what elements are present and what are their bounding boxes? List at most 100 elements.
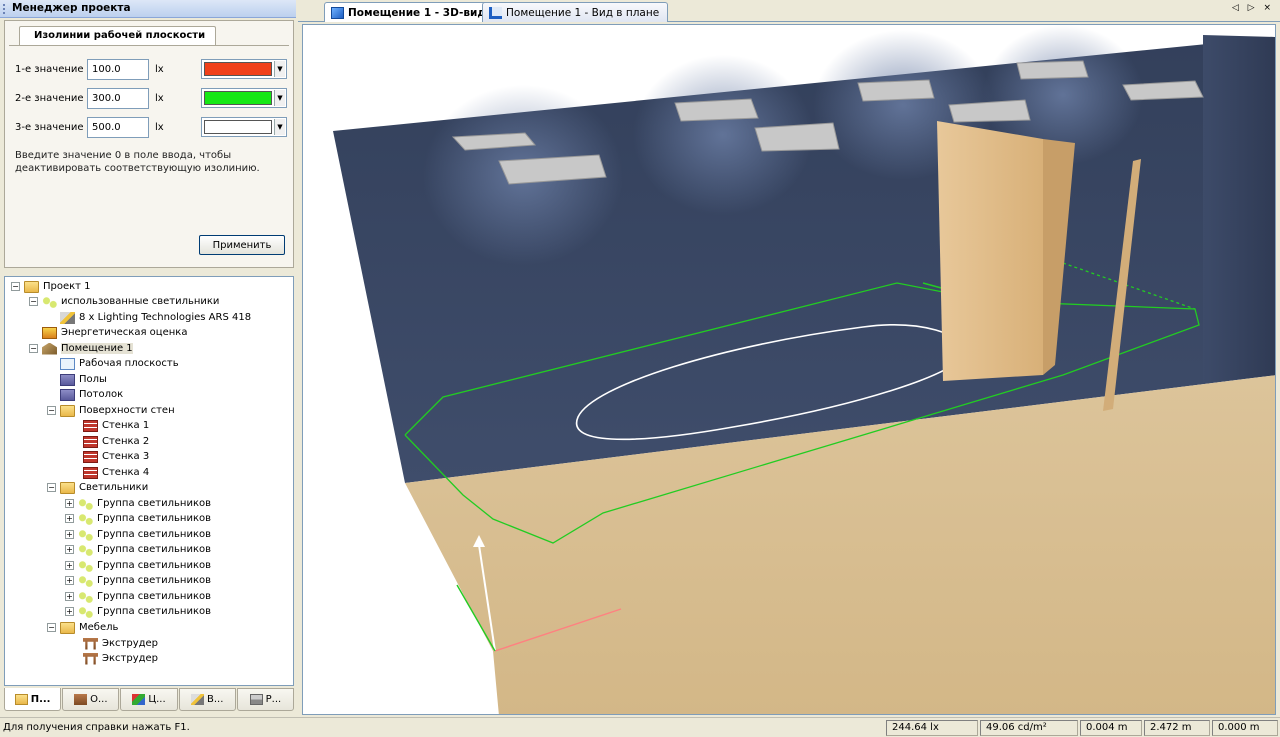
tab-output[interactable]: Р... — [236, 688, 295, 711]
tree-label: Рабочая плоскость — [79, 358, 179, 369]
tab-colors[interactable]: Ц... — [120, 688, 178, 711]
tree-item-luminaires-folder[interactable]: − Светильники — [47, 480, 148, 495]
luminaire-group-icon — [78, 543, 93, 556]
expand-icon[interactable]: + — [65, 514, 74, 523]
tree-item-room[interactable]: − Помещение 1 — [29, 341, 133, 356]
tree-item-used-luminaires[interactable]: − использованные светильники — [29, 294, 219, 309]
project-manager-panel: Менеджер проекта Изолинии рабочей плоско… — [0, 0, 296, 717]
3d-scene[interactable] — [303, 25, 1276, 715]
tree-item-energy[interactable]: Энергетическая оценка — [42, 325, 187, 340]
tree-label: Стенка 3 — [102, 451, 150, 462]
tab-project[interactable]: П... — [4, 688, 62, 711]
tree-item-project[interactable]: − Проект 1 — [11, 279, 91, 294]
tree-item-luminaire-group[interactable]: + Группа светильников — [65, 496, 211, 511]
isoline-3-unit: lx — [155, 122, 164, 133]
collapse-icon[interactable]: − — [47, 406, 56, 415]
tree-item-wall-surfaces[interactable]: − Поверхности стен — [47, 403, 175, 418]
tree-item-wall[interactable]: Стенка 1 — [83, 418, 149, 433]
tab-3d-view[interactable]: Помещение 1 - 3D-вид — [324, 2, 495, 23]
tree-item-luminaire-group[interactable]: + Группа светильников — [65, 558, 211, 573]
luminaire-group-icon — [78, 605, 93, 618]
tree-label: Потолок — [79, 389, 124, 400]
project-icon — [14, 693, 28, 705]
3d-viewport[interactable] — [302, 24, 1276, 715]
chevron-down-icon[interactable]: ▼ — [274, 119, 285, 135]
collapse-icon[interactable]: − — [11, 282, 20, 291]
tree-label: Мебель — [79, 622, 119, 633]
isoline-1-color-picker[interactable]: ▼ — [201, 59, 287, 79]
tree-item-luminaire[interactable]: 8 x Lighting Technologies ARS 418 — [60, 310, 251, 325]
energy-icon — [42, 326, 57, 339]
tree-item-luminaire-group[interactable]: + Группа светильников — [65, 542, 211, 557]
project-manager-title: Менеджер проекта — [12, 2, 131, 14]
isoline-row-1: 1-е значение lx ▼ — [15, 59, 295, 81]
expand-icon[interactable]: + — [65, 576, 74, 585]
luminaire-group-icon — [78, 528, 93, 541]
tab-light-scenes[interactable]: В... — [178, 688, 236, 711]
tree-item-floors[interactable]: Полы — [60, 372, 107, 387]
tree-item-luminaire-group[interactable]: + Группа светильников — [65, 573, 211, 588]
isoline-1-label: 1-е значение — [15, 64, 84, 75]
tree-item-wall[interactable]: Стенка 3 — [83, 449, 149, 464]
chevron-down-icon[interactable]: ▼ — [274, 90, 285, 106]
tree-item-furniture[interactable]: − Мебель — [47, 620, 118, 635]
chevron-down-icon[interactable]: ▼ — [274, 61, 285, 77]
tree-item-workplane[interactable]: Рабочая плоскость — [60, 356, 179, 371]
luminaire-icon — [60, 311, 75, 324]
collapse-icon[interactable]: − — [29, 297, 38, 306]
apply-button[interactable]: Применить — [199, 235, 285, 255]
isoline-3-label: 3-е значение — [15, 122, 84, 133]
viewport-frame — [298, 22, 1280, 717]
tree-item-luminaire-group[interactable]: + Группа светильников — [65, 604, 211, 619]
isoline-2-value-input[interactable] — [87, 88, 149, 109]
project-tree: − Проект 1 − использованные светильники 8 … — [4, 276, 294, 686]
tree-item-luminaire-group[interactable]: + Группа светильников — [65, 589, 211, 604]
tree-label: Группа светильников — [97, 560, 211, 571]
isoline-2-color-picker[interactable]: ▼ — [201, 88, 287, 108]
tree-label: Проект 1 — [43, 281, 91, 292]
ceiling-luminaire — [754, 122, 840, 152]
expand-icon[interactable]: + — [65, 499, 74, 508]
status-coord-z: 0.000 m — [1212, 720, 1278, 736]
tree-label: Группа светильников — [97, 606, 211, 617]
tree-item-wall[interactable]: Стенка 4 — [83, 465, 149, 480]
tab-navigation-arrows[interactable]: ◁ ▷ × — [1232, 3, 1274, 13]
tree-item-luminaire-group[interactable]: + Группа светильников — [65, 527, 211, 542]
collapse-icon[interactable]: − — [47, 483, 56, 492]
isoline-1-color-swatch — [204, 62, 272, 76]
tab-objects[interactable]: О... — [62, 688, 120, 711]
wall-icon — [83, 435, 98, 448]
isolines-hint: Введите значение 0 в поле ввода, чтобы д… — [15, 150, 260, 174]
status-coord-x: 0.004 m — [1080, 720, 1142, 736]
tree-label: использованные светильники — [61, 296, 220, 307]
tree-item-furniture-item[interactable]: Экструдер — [83, 636, 158, 651]
collapse-icon[interactable]: − — [47, 623, 56, 632]
expand-icon[interactable]: + — [65, 607, 74, 616]
printer-icon — [249, 694, 263, 705]
isoline-3-value-input[interactable] — [87, 117, 149, 138]
tree-item-ceiling[interactable]: Потолок — [60, 387, 123, 402]
expand-icon[interactable]: + — [65, 545, 74, 554]
tree-label: 8 x Lighting Technologies ARS 418 — [79, 312, 252, 323]
luminaire-group-icon — [78, 590, 93, 603]
tree-item-luminaire-group[interactable]: + Группа светильников — [65, 511, 211, 526]
tab-label: В... — [207, 694, 224, 705]
isoline-3-color-picker[interactable]: ▼ — [201, 117, 287, 137]
tree-item-wall[interactable]: Стенка 2 — [83, 434, 149, 449]
isolines-panel: Изолинии рабочей плоскости 1-е значение … — [4, 20, 294, 268]
furniture-icon — [83, 652, 98, 665]
tab-plan-view[interactable]: Помещение 1 - Вид в плане — [482, 2, 669, 22]
expand-icon[interactable]: + — [65, 561, 74, 570]
expand-icon[interactable]: + — [65, 592, 74, 601]
grip-icon[interactable] — [3, 4, 5, 14]
isoline-1-value-input[interactable] — [87, 59, 149, 80]
tree-label: Группа светильников — [97, 591, 211, 602]
status-bar: Для получения справки нажать F1. 244.64 … — [0, 717, 1280, 737]
expand-icon[interactable]: + — [65, 530, 74, 539]
collapse-icon[interactable]: − — [29, 344, 38, 353]
panel-extruder-front — [937, 121, 1043, 381]
tree-item-furniture-item[interactable]: Экструдер — [83, 651, 158, 666]
ceiling-luminaire — [674, 98, 759, 122]
plan-icon — [489, 6, 502, 19]
tab-isolines[interactable]: Изолинии рабочей плоскости — [19, 26, 217, 46]
